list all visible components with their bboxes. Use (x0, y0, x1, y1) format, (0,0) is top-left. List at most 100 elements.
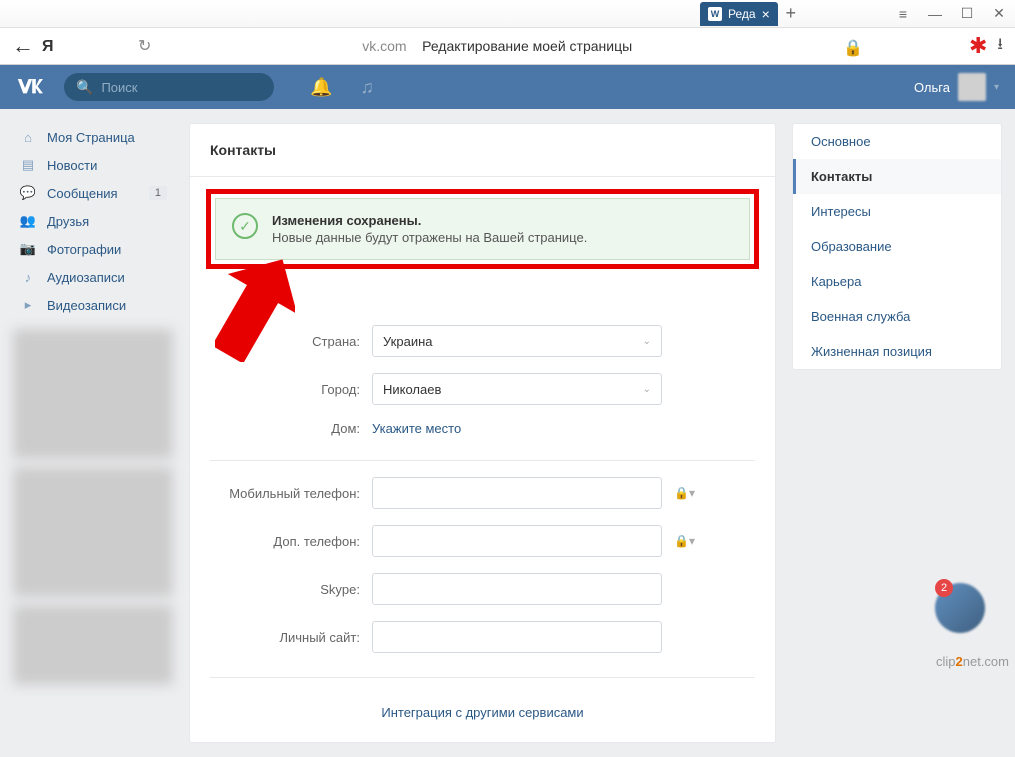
settings-nav-life[interactable]: Жизненная позиция (793, 334, 1001, 369)
address-bar-row: ← Я ↻ vk.com Редактирование моей страниц… (0, 28, 1015, 64)
back-icon[interactable]: ← (12, 33, 32, 59)
music-icon[interactable]: ♫ (360, 77, 374, 98)
divider (210, 677, 755, 678)
tab-title: Реда (728, 7, 756, 21)
reload-icon[interactable]: ↻ (138, 36, 151, 56)
settings-nav-career[interactable]: Карьера (793, 264, 1001, 299)
search-icon: 🔍 (76, 79, 93, 96)
sidebar-item-photos[interactable]: 📷 Фотографии (13, 235, 173, 263)
country-select[interactable]: Украина ⌄ (372, 325, 662, 357)
home-icon: ⌂ (19, 128, 37, 146)
alert-text: Новые данные будут отражены на Вашей стр… (272, 230, 587, 245)
new-tab-button[interactable]: + (778, 2, 804, 26)
chevron-down-icon: ⌄ (643, 384, 651, 395)
close-window-icon[interactable]: ✕ (983, 2, 1015, 26)
settings-nav-military[interactable]: Военная служба (793, 299, 1001, 334)
lock-icon[interactable]: 🔒 (843, 38, 859, 54)
home-link[interactable]: Укажите место (372, 421, 461, 436)
sidebar-item-label: Новости (47, 158, 97, 173)
sidebar-widget (13, 467, 173, 597)
sidebar-widget (13, 329, 173, 459)
form-row-skype: Skype: (210, 573, 755, 605)
address-domain: vk.com (362, 38, 406, 54)
sidebar-item-audio[interactable]: ♪ Аудиозаписи (13, 263, 173, 291)
search-input[interactable] (101, 80, 277, 95)
chevron-down-icon: ▾ (994, 82, 999, 93)
form-row-site: Личный сайт: (210, 621, 755, 653)
browser-tab[interactable]: W Реда × (700, 2, 778, 26)
sidebar-widget (13, 605, 173, 685)
city-label: Город: (210, 382, 360, 397)
sidebar-item-friends[interactable]: 👥 Друзья (13, 207, 173, 235)
mobile-input[interactable] (372, 477, 662, 509)
address-title: Редактирование моей страницы (422, 38, 632, 54)
messages-icon: 💬 (19, 184, 37, 202)
address-bar[interactable]: vk.com Редактирование моей страницы (161, 38, 833, 54)
check-circle-icon: ✓ (232, 213, 258, 239)
integration-link[interactable]: Интеграция с другими сервисами (381, 705, 583, 720)
alert-title: Изменения сохранены. (272, 213, 587, 228)
city-select[interactable]: Николаев ⌄ (372, 373, 662, 405)
video-icon: ▸ (19, 296, 37, 314)
user-name: Ольга (914, 80, 950, 95)
tab-strip: W Реда × + ≡ — ☐ ✕ (0, 0, 1015, 28)
form-row-mobile: Мобильный телефон: 🔒▾ (210, 477, 755, 509)
news-icon: ▤ (19, 156, 37, 174)
sidebar-item-label: Моя Страница (47, 130, 135, 145)
settings-nav: Основное Контакты Интересы Образование К… (792, 123, 1002, 370)
form-row-home: Дом: Укажите место (210, 421, 755, 436)
home-label: Дом: (210, 421, 360, 436)
form-row-extra-phone: Доп. телефон: 🔒▾ (210, 525, 755, 557)
sidebar-item-label: Фотографии (47, 242, 121, 257)
alert-highlight: ✓ Изменения сохранены. Новые данные буду… (206, 189, 759, 269)
integration-row: Интеграция с другими сервисами (210, 686, 755, 722)
city-value: Николаев (383, 382, 441, 397)
vk-favicon: W (708, 7, 722, 21)
minimize-icon[interactable]: — (919, 2, 951, 26)
skype-input[interactable] (372, 573, 662, 605)
vk-logo-icon[interactable] (16, 79, 48, 95)
notifications-icon[interactable]: 🔔 (310, 77, 332, 98)
site-input[interactable] (372, 621, 662, 653)
page-title: Контакты (190, 124, 775, 177)
extension-icon[interactable]: ✱ (969, 33, 987, 59)
left-sidebar: ⌂ Моя Страница ▤ Новости 💬 Сообщения 1 👥… (13, 123, 173, 743)
search-box[interactable]: 🔍 (64, 73, 274, 101)
sidebar-item-label: Видеозаписи (47, 298, 126, 313)
audio-icon: ♪ (19, 268, 37, 286)
privacy-toggle[interactable]: 🔒▾ (674, 486, 695, 500)
divider (210, 460, 755, 461)
avatar (958, 73, 986, 101)
skype-label: Skype: (210, 582, 360, 597)
download-icon[interactable]: ⭳ (997, 33, 1003, 60)
close-tab-icon[interactable]: × (762, 6, 770, 22)
messages-badge: 1 (149, 186, 167, 200)
sidebar-item-news[interactable]: ▤ Новости (13, 151, 173, 179)
sidebar-item-label: Сообщения (47, 186, 118, 201)
settings-nav-education[interactable]: Образование (793, 229, 1001, 264)
sidebar-item-messages[interactable]: 💬 Сообщения 1 (13, 179, 173, 207)
annotation-arrow-icon (215, 252, 295, 362)
site-label: Личный сайт: (210, 630, 360, 645)
extra-phone-input[interactable] (372, 525, 662, 557)
sidebar-item-label: Друзья (47, 214, 89, 229)
settings-nav-contacts[interactable]: Контакты (793, 159, 1001, 194)
sidebar-item-label: Аудиозаписи (47, 270, 125, 285)
settings-nav-interests[interactable]: Интересы (793, 194, 1001, 229)
user-menu[interactable]: Ольга ▾ (914, 73, 999, 101)
yandex-icon[interactable]: Я (42, 38, 58, 54)
privacy-toggle[interactable]: 🔒▾ (674, 534, 695, 548)
browser-chrome: W Реда × + ≡ — ☐ ✕ ← Я ↻ vk.com Редактир… (0, 0, 1015, 65)
chevron-down-icon: ⌄ (643, 336, 651, 347)
success-alert: ✓ Изменения сохранены. Новые данные буду… (215, 198, 750, 260)
menu-icon[interactable]: ≡ (887, 2, 919, 26)
friends-icon: 👥 (19, 212, 37, 230)
extra-phone-label: Доп. телефон: (210, 534, 360, 549)
maximize-icon[interactable]: ☐ (951, 2, 983, 26)
chat-badge: 2 (935, 579, 953, 597)
sidebar-item-video[interactable]: ▸ Видеозаписи (13, 291, 173, 319)
vk-header: 🔍 🔔 ♫ Ольга ▾ (0, 65, 1015, 109)
country-value: Украина (383, 334, 433, 349)
settings-nav-main[interactable]: Основное (793, 124, 1001, 159)
sidebar-item-my-page[interactable]: ⌂ Моя Страница (13, 123, 173, 151)
